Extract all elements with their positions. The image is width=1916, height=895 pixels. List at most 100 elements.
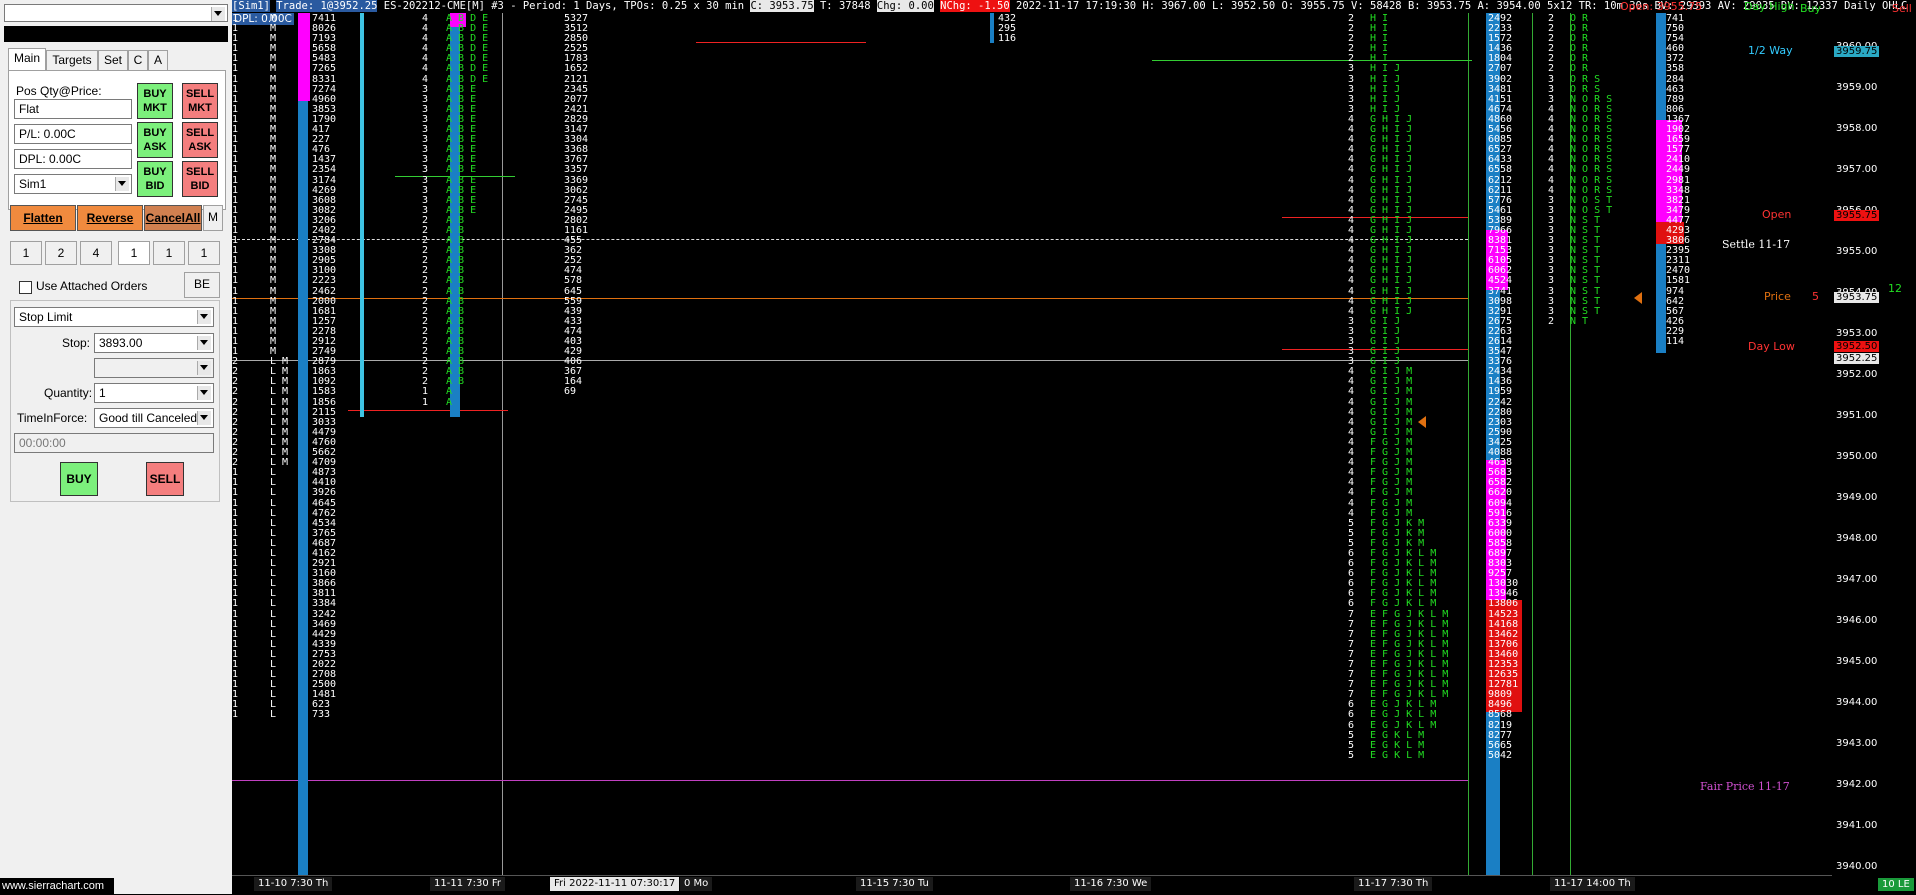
chevron-down-icon xyxy=(118,181,126,186)
sell-market-button[interactable]: SELL MKT xyxy=(182,83,218,119)
sell-button[interactable]: SELL xyxy=(146,462,184,496)
stop-price-input[interactable]: 3893.00 xyxy=(94,333,214,353)
quantity-label: Quantity: xyxy=(44,386,93,400)
tpo-count-column-1: 1 1 1 1 1 1 1 1 1 1 1 1 1 1 1 1 1 1 1 1 … xyxy=(232,13,239,721)
scale-divider xyxy=(1468,13,1469,875)
current-price-line xyxy=(232,298,1468,299)
price-axis-label: 3951.00 xyxy=(1836,410,1878,421)
date-label: 0 Mo xyxy=(680,877,713,891)
sell-ask-button[interactable]: SELL ASK xyxy=(182,122,218,158)
price-axis[interactable]: 3960.00 3959.00 3958.00 3957.00 3956.00 … xyxy=(1832,13,1888,877)
buy-market-button[interactable]: BUY MKT xyxy=(137,83,173,119)
chart-header: [Sim1] Trade: 1@3952.25 ES-202212-CME[M]… xyxy=(232,0,1907,13)
tpo-count-column-5: 2 2 2 2 2 2 3 3 3 4 4 4 4 4 4 4 4 4 3 3 … xyxy=(1548,13,1555,327)
price-qty-label: 5 xyxy=(1812,290,1819,303)
status-strip xyxy=(4,26,228,42)
buy-button[interactable]: BUY xyxy=(60,462,98,496)
settle-line xyxy=(232,239,1468,241)
nchg-tag: NChg: -1.50 xyxy=(940,0,1010,12)
price-level-label: Price xyxy=(1764,290,1791,303)
buy-ask-button[interactable]: BUY ASK xyxy=(137,122,173,158)
m-button[interactable]: M xyxy=(203,205,223,231)
tab-c[interactable]: C xyxy=(128,50,148,71)
volume-column-1: 7411 8026 7193 5658 5483 7265 8331 7274 … xyxy=(312,13,337,721)
qty-button-2[interactable]: 2 xyxy=(45,241,77,265)
date-label: 11-17 14:00 Th xyxy=(1550,877,1635,891)
open-level-label: Open xyxy=(1762,208,1792,221)
day-high-header: Day High xyxy=(1744,0,1795,13)
study-text: #3 - Period: 1 Days, TPOs: 0.25 x 30 min xyxy=(491,0,745,12)
volume-column-3: 432 295 116 xyxy=(998,13,1017,45)
chevron-down-icon xyxy=(200,415,208,420)
symbol-select[interactable] xyxy=(4,4,228,22)
symbol-text: ES-202212-CME[M] xyxy=(383,0,485,12)
volume-bar-profile-1 xyxy=(298,13,308,877)
fair-price-line xyxy=(232,780,1468,781)
tpo-count-column-2: 4 4 4 4 4 4 4 3 3 3 3 3 3 3 3 3 3 3 3 3 … xyxy=(422,13,429,408)
use-attached-label: Use Attached Orders xyxy=(36,279,148,293)
open-header: Open: 3955.75 xyxy=(1620,0,1703,13)
tpo-letters-column-2: A B D E A B D E A B D E A B D E A B D E … xyxy=(446,13,489,408)
chg-tag: Chg: 0.00 xyxy=(876,0,934,12)
position-qty-label: 12 xyxy=(1888,282,1902,295)
tpo-letters-column-4: H I H I H I H I H I H I J H I J H I J H … xyxy=(1370,13,1449,761)
order-type-select[interactable]: Stop Limit xyxy=(14,307,214,327)
qty-button-4[interactable]: 4 xyxy=(80,241,112,265)
settle-level-label: Settle 11-17 xyxy=(1722,238,1791,251)
tif-label: TimeInForce: xyxy=(17,411,88,425)
tpo-letters-column-5: O R O R O R O R O R O R O R S O R S N O … xyxy=(1570,13,1613,327)
date-label: 11-15 7:30 Tu xyxy=(856,877,933,891)
tab-a[interactable]: A xyxy=(148,50,168,71)
tab-main[interactable]: Main xyxy=(8,48,46,71)
tif-select[interactable]: Good till Canceled xyxy=(94,408,214,428)
account-select[interactable]: Sim1 xyxy=(14,174,132,194)
tab-set[interactable]: Set xyxy=(98,50,128,71)
stop-price-value: 3893.00 xyxy=(99,336,143,350)
day-low-line xyxy=(232,360,1468,361)
quantity-input[interactable]: 1 xyxy=(94,383,214,403)
price-axis-label: 3959.00 xyxy=(1836,82,1878,93)
account-value: Sim1 xyxy=(19,177,47,191)
time-input[interactable]: 00:00:00 xyxy=(14,433,214,453)
volume-column-4: 2492 2233 1572 1436 1804 2707 3902 3481 … xyxy=(1488,13,1519,761)
chevron-down-icon xyxy=(200,390,208,395)
flatten-button[interactable]: Flatten xyxy=(10,205,76,231)
price-axis-label: 3944.00 xyxy=(1836,697,1878,708)
price-axis-label: 3942.00 xyxy=(1836,779,1878,790)
qty-button-custom-3[interactable]: 1 xyxy=(188,241,220,265)
account-tag: [Sim1] xyxy=(232,0,270,12)
use-attached-checkbox[interactable] xyxy=(19,281,32,294)
limit-price-input[interactable] xyxy=(94,358,214,378)
tab-targets[interactable]: Targets xyxy=(46,50,98,71)
value-area-bar-profile-1 xyxy=(298,13,310,101)
marker-arrow-icon xyxy=(1418,416,1426,428)
price-axis-label: 3943.00 xyxy=(1836,738,1878,749)
date-label: 11-17 7:30 Th xyxy=(1354,877,1433,891)
volume-column-2: 5327 3512 2850 2525 1783 1652 2121 2345 … xyxy=(564,13,589,398)
reverse-button[interactable]: Reverse xyxy=(77,205,143,231)
breakeven-button[interactable]: BE xyxy=(184,272,220,298)
tpo-bar-profile-2 xyxy=(360,13,364,417)
price-axis-label: 3957.00 xyxy=(1836,164,1878,175)
session-divider xyxy=(502,13,503,875)
half-way-label: 1/2 Way xyxy=(1748,44,1793,57)
date-label: 11-11 7:30 Fr xyxy=(430,877,506,891)
price-axis-label: 3949.00 xyxy=(1836,492,1878,503)
chevron-down-icon xyxy=(214,11,222,16)
buy-bid-button[interactable]: BUY BID xyxy=(137,161,173,197)
chevron-down-icon xyxy=(200,365,208,370)
day-low-price-tag: 3952.50 xyxy=(1834,341,1880,352)
cancel-all-button[interactable]: CancelAll xyxy=(144,205,202,231)
tpo-chart[interactable]: [Sim1] Trade: 1@3952.25 ES-202212-CME[M]… xyxy=(232,0,1916,895)
tif-value: Good till Canceled xyxy=(99,411,198,425)
sell-bid-button[interactable]: SELL BID xyxy=(182,161,218,197)
cursor-date-label: Fri 2022-11-11 07:30:17 xyxy=(550,877,680,891)
session3-line xyxy=(696,42,866,43)
session2-low-line xyxy=(348,410,508,411)
qty-button-1[interactable]: 1 xyxy=(10,241,42,265)
sierrachart-watermark: www.sierrachart.com xyxy=(0,878,114,894)
qty-button-custom-1[interactable]: 1 xyxy=(118,241,150,265)
last-trade-price-tag: 3952.25 xyxy=(1834,353,1880,364)
half-way-price-tag: 3959.75 xyxy=(1834,46,1880,57)
qty-button-custom-2[interactable]: 1 xyxy=(153,241,185,265)
